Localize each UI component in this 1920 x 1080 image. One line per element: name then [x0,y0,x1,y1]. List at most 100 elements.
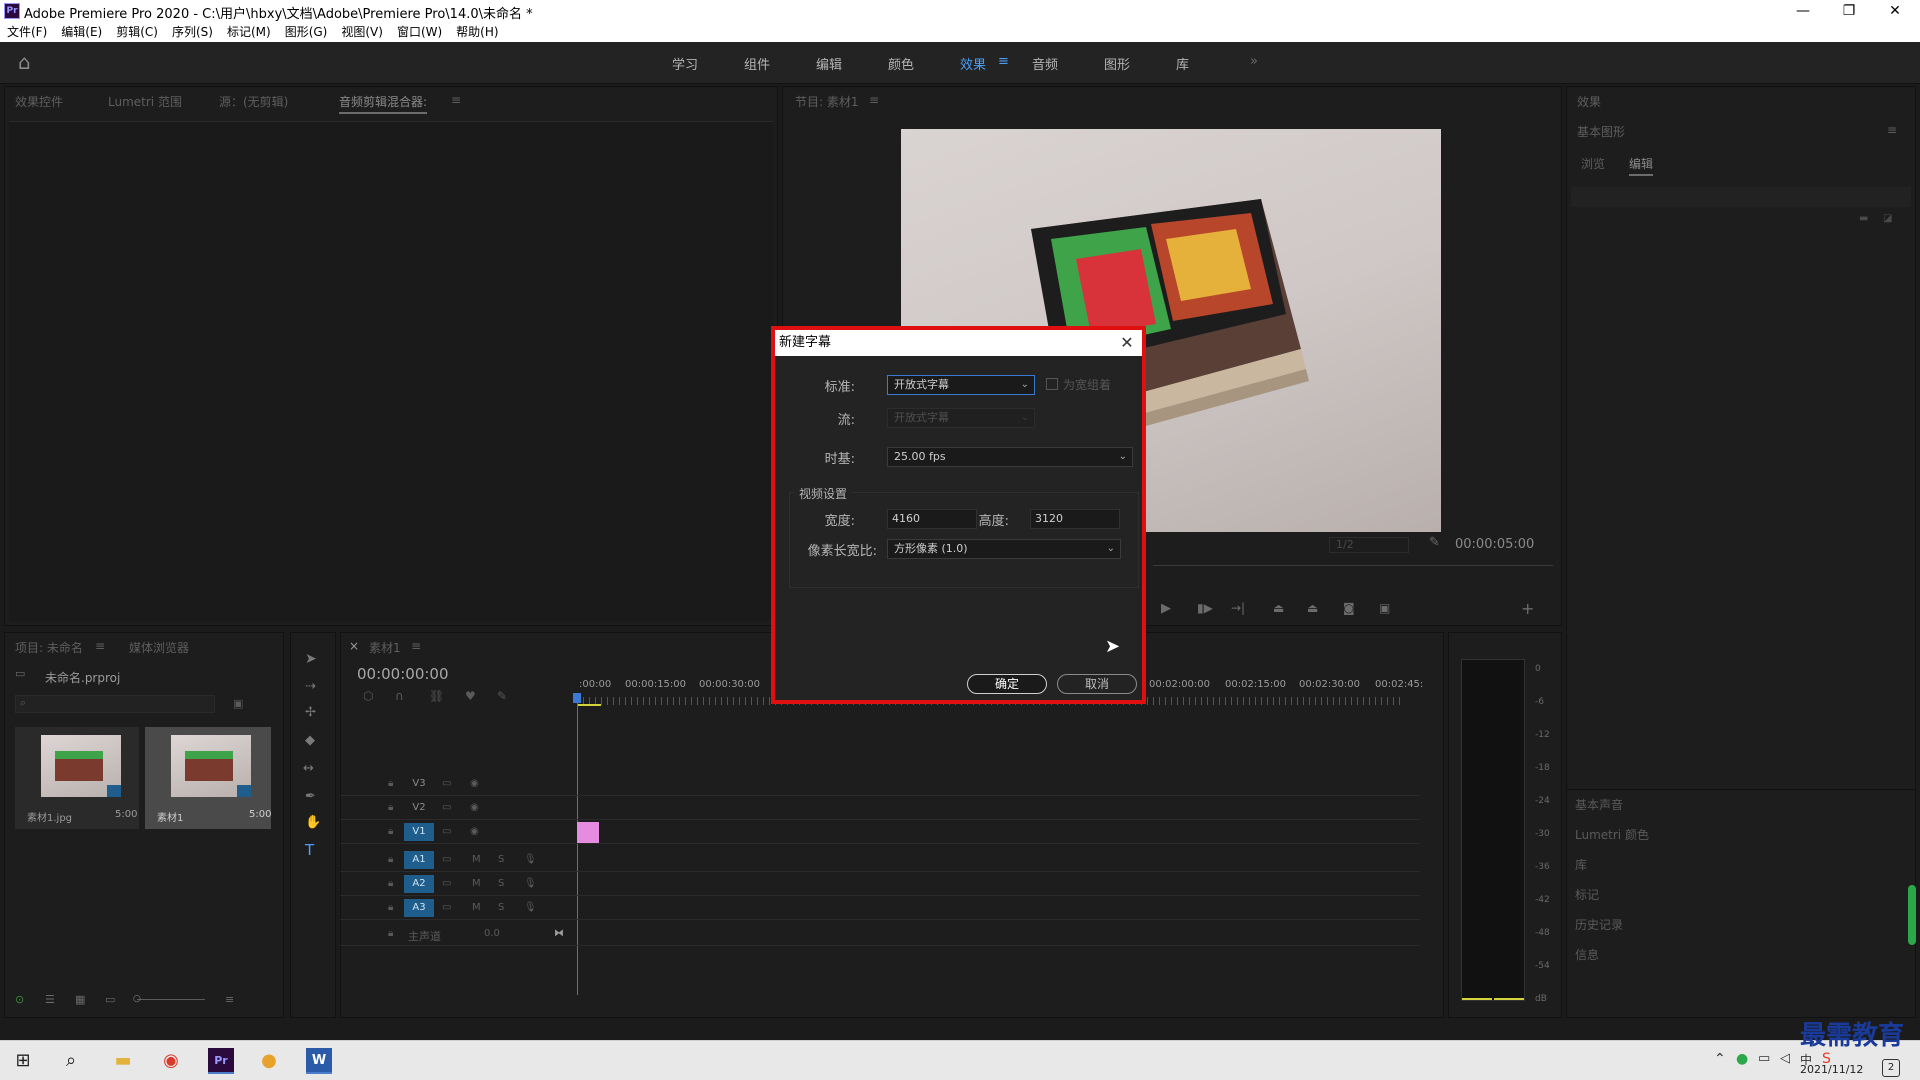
microphone-icon[interactable]: 🎙︎ [524,902,537,913]
tab-browse[interactable]: 浏览 [1581,155,1605,172]
track-target-v3[interactable]: V3 [404,775,434,793]
word-icon[interactable]: W [306,1048,332,1074]
timeline-sequence-tab[interactable]: 素材1 [369,639,401,656]
network-icon[interactable]: ▭ [1758,1051,1770,1066]
pen-tool-icon[interactable]: ✒ [305,789,316,804]
tab-media-browser[interactable]: 媒体浏览器 [129,639,189,656]
cancel-button[interactable]: 取消 [1057,674,1137,694]
menu-sequence[interactable]: 序列(S) [165,22,220,42]
extract-icon[interactable]: ⏏ [1307,601,1318,615]
go-to-end-icon[interactable]: ⧓ [554,928,564,939]
zoom-slider-handle-icon[interactable]: ○ [133,994,141,1004]
lock-track-icon[interactable]: 🔒︎ [388,928,393,939]
program-monitor-title[interactable]: 节目: 素材1 [795,93,859,110]
standard-select[interactable]: 开放式字幕 ⌄ [887,375,1035,395]
premiere-taskbar-icon[interactable]: Pr [208,1048,234,1074]
tab-effect-controls[interactable]: 效果控件 [15,93,63,110]
tab-lumetri-scopes[interactable]: Lumetri 范围 [108,93,182,110]
eye-icon[interactable]: ◉ [470,778,479,789]
export-frame-icon[interactable]: ◙ [1343,601,1355,615]
timeline-timecode[interactable]: 00:00:00:00 [357,665,449,683]
panel-lumetri-color[interactable]: Lumetri 颜色 [1575,826,1649,843]
lock-track-icon[interactable]: 🔒︎ [388,878,393,889]
sync-lock-icon[interactable]: ▭ [442,902,451,913]
new-bin-icon[interactable]: ▣ [233,697,243,710]
workspace-more-icon[interactable]: » [1250,54,1258,69]
lock-track-icon[interactable]: 🔒︎ [388,778,393,789]
linked-selection-icon[interactable]: ⛓ [429,689,444,703]
effects-panel-title[interactable]: 效果 [1577,93,1601,110]
panel-libraries[interactable]: 库 [1575,856,1587,873]
ripple-edit-tool-icon[interactable]: ✢ [305,705,316,720]
close-window-button[interactable]: ✕ [1872,0,1918,22]
new-layer-icon[interactable]: ▬ [1859,213,1868,224]
type-tool-icon[interactable]: T [305,841,314,859]
timeline-settings-icon[interactable]: ✎ [497,689,507,703]
restore-button[interactable]: ❐ [1826,0,1872,22]
minimize-button[interactable]: — [1780,0,1826,22]
workspace-tab-effects[interactable]: 效果 [960,54,986,73]
height-input[interactable]: 3120 [1030,509,1120,529]
go-to-out-icon[interactable]: →| [1231,601,1245,615]
razor-tool-icon[interactable]: ◆ [305,733,315,748]
project-search-input[interactable]: ⌕ [15,695,215,713]
workspace-tab-graphics[interactable]: 图形 [1104,54,1130,73]
timeline-menu-icon[interactable]: ≡ [411,639,421,653]
menu-help[interactable]: 帮助(H) [449,22,505,42]
track-target-a2[interactable]: A2 [404,875,434,893]
scroll-indicator[interactable] [1908,885,1916,945]
essential-graphics-title[interactable]: 基本图形 [1577,123,1625,140]
track-target-v2[interactable]: V2 [404,799,434,817]
step-forward-icon[interactable]: ▮▶ [1197,601,1213,615]
essential-graphics-menu-icon[interactable]: ≡ [1887,123,1897,137]
tab-project[interactable]: 项目: 未命名 [15,639,83,656]
workspace-tab-color[interactable]: 颜色 [888,54,914,73]
workspace-tab-editing[interactable]: 编辑 [816,54,842,73]
project-item[interactable]: 素材1 5:00 [145,727,271,829]
nest-icon[interactable]: ⬡ [363,689,373,703]
track-target-v1[interactable]: V1 [404,823,434,841]
menu-edit[interactable]: 编辑(E) [54,22,109,42]
sync-lock-icon[interactable]: ▭ [442,854,451,865]
track-select-tool-icon[interactable]: ⇢ [305,679,316,694]
workspace-tab-libraries[interactable]: 库 [1176,54,1189,73]
menu-markers[interactable]: 标记(M) [220,22,278,42]
playhead[interactable] [577,695,578,995]
volume-icon[interactable]: ◁ [1780,1051,1790,1066]
lock-track-icon[interactable]: 🔒︎ [388,902,393,913]
file-explorer-icon[interactable]: ▬ [110,1048,136,1074]
project-item[interactable]: 素材1.jpg 5:00 [15,727,139,829]
timeline-close-icon[interactable]: × [349,639,359,653]
chrome-icon[interactable]: ◉ [158,1048,184,1074]
source-panel-menu-icon[interactable]: ≡ [451,93,461,107]
layer-list[interactable] [1571,187,1911,207]
comparison-view-icon[interactable]: ▣ [1379,601,1390,615]
master-track-volume[interactable]: 0.0 [484,928,500,939]
app-icon[interactable]: ● [256,1048,282,1074]
add-button-icon[interactable]: + [1521,599,1534,618]
sync-lock-icon[interactable]: ▭ [442,826,451,837]
lock-track-icon[interactable]: 🔒︎ [388,802,393,813]
wrench-icon[interactable]: ✎ [1429,535,1440,550]
microphone-icon[interactable]: 🎙︎ [524,878,537,889]
icon-view-icon[interactable]: ▦ [75,993,85,1006]
program-ruler[interactable] [1153,565,1553,566]
timeline-clip[interactable] [577,822,599,843]
menu-graphics[interactable]: 图形(G) [278,22,335,42]
workspace-tab-audio[interactable]: 音频 [1032,54,1058,73]
work-area-bar[interactable] [577,704,601,706]
menu-view[interactable]: 视图(V) [334,22,390,42]
lock-icon[interactable]: ⊙ [15,993,24,1006]
resolution-select[interactable]: 1/2 [1329,537,1409,553]
sync-lock-icon[interactable]: ▭ [442,802,451,813]
sort-icon[interactable]: ≡ [225,993,234,1006]
solo-button[interactable]: S [498,854,504,865]
freeform-view-icon[interactable]: ▭ [105,993,115,1006]
eye-icon[interactable]: ◉ [470,826,479,837]
selection-tool-icon[interactable]: ➤ [305,651,317,667]
hand-tool-icon[interactable]: ✋ [305,815,321,830]
slip-tool-icon[interactable]: ↔ [303,761,314,776]
list-view-icon[interactable]: ☰ [45,993,55,1006]
tab-edit[interactable]: 编辑 [1629,155,1654,176]
group-checkbox[interactable] [1046,378,1058,390]
